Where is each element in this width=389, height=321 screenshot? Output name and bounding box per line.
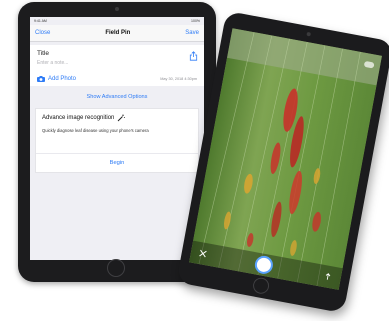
share-icon[interactable] (189, 51, 198, 61)
camera-icon (37, 76, 45, 82)
status-bar: 9:41 AM 100% (30, 17, 204, 25)
save-button[interactable]: Save (185, 30, 199, 36)
front-camera (115, 7, 119, 11)
field-pin-screen: 9:41 AM 100% Close Field Pin Save Title … (30, 17, 204, 260)
home-button[interactable] (107, 259, 125, 277)
photo-row: Add Photo May 30, 2018 4:30pm (37, 76, 197, 82)
nav-bar: Close Field Pin Save (30, 25, 204, 42)
home-button[interactable] (251, 276, 271, 296)
notes-input[interactable]: Enter a note... (37, 60, 197, 66)
show-advanced-options-link[interactable]: Show Advanced Options (30, 94, 204, 100)
divider (36, 153, 198, 154)
status-battery: 100% (191, 19, 200, 23)
close-button[interactable]: Close (35, 30, 50, 36)
recognition-heading-row: Advance image recognition (42, 114, 192, 122)
title-label: Title (37, 50, 50, 57)
status-time: 9:41 AM (34, 19, 47, 23)
front-camera (306, 31, 312, 37)
recognition-description: Quickly diagnose leaf disease using your… (42, 128, 149, 133)
pin-details-card: Title Enter a note... Add Photo May 30, … (30, 45, 204, 86)
flip-camera-icon[interactable] (323, 272, 332, 281)
recognition-heading: Advance image recognition (42, 115, 115, 121)
magic-wand-icon (118, 114, 126, 122)
image-recognition-card: Advance image recognition Quickly diagno… (35, 108, 199, 173)
pin-date: May 30, 2018 4:30pm (160, 77, 197, 81)
page-title: Field Pin (105, 30, 131, 36)
close-icon[interactable] (198, 249, 207, 258)
add-photo-label: Add Photo (48, 76, 77, 82)
begin-button[interactable]: Begin (42, 160, 192, 166)
add-photo-button[interactable]: Add Photo (37, 76, 76, 82)
shutter-button[interactable] (253, 254, 275, 276)
camera-viewfinder (189, 28, 382, 290)
